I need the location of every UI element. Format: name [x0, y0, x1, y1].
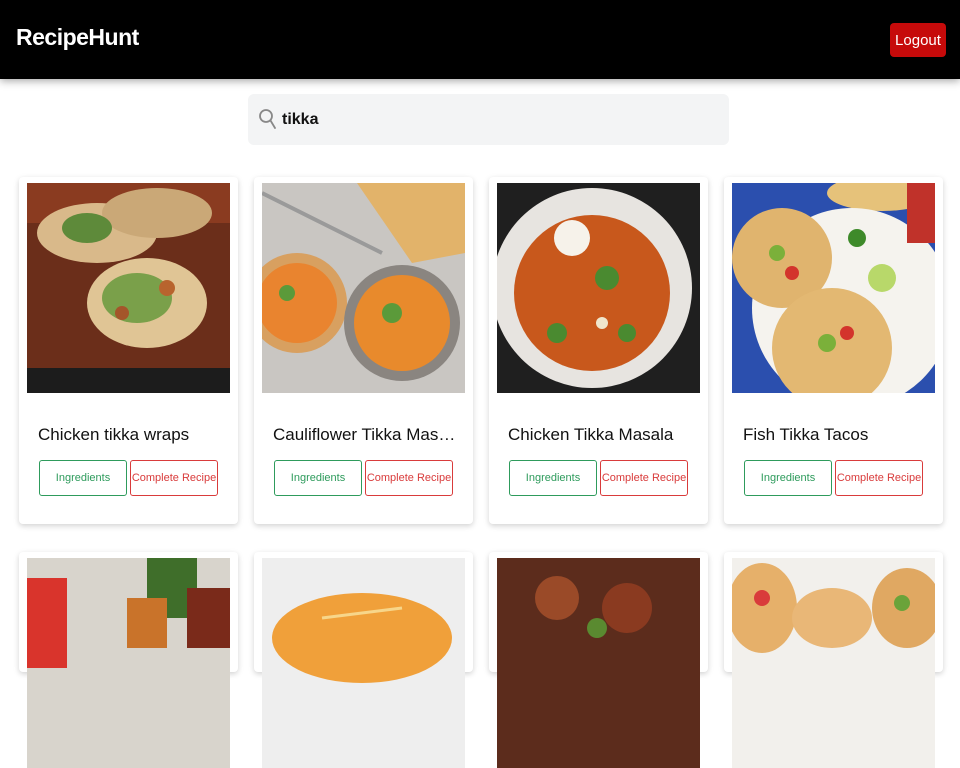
complete-recipe-button[interactable]: Complete Recipe	[835, 460, 923, 496]
logout-button[interactable]: Logout	[890, 23, 946, 57]
recipe-image[interactable]	[497, 183, 700, 393]
recipe-image[interactable]	[497, 558, 700, 768]
recipe-title: Chicken Tikka Masala	[508, 425, 674, 444]
recipe-image[interactable]	[732, 558, 935, 768]
search-icon	[259, 109, 276, 129]
ingredients-button[interactable]: Ingredients	[274, 460, 362, 496]
recipe-card	[254, 552, 473, 768]
recipe-card: Fish Tikka Tacos Ingredients Complete Re…	[724, 177, 943, 524]
recipe-card	[19, 552, 238, 768]
recipe-card	[724, 552, 943, 768]
search-input[interactable]	[282, 102, 712, 137]
complete-recipe-button[interactable]: Complete Recipe	[365, 460, 453, 496]
complete-recipe-button[interactable]: Complete Recipe	[130, 460, 218, 496]
recipe-image[interactable]	[27, 183, 230, 393]
recipe-image[interactable]	[732, 183, 935, 393]
brand-logo[interactable]: RecipeHunt	[16, 24, 139, 51]
recipe-image[interactable]	[262, 558, 465, 768]
recipe-card: Chicken tikka wraps Ingredients Complete…	[19, 177, 238, 524]
recipe-card: Chicken Tikka Masala Ingredients Complet…	[489, 177, 708, 524]
recipe-title: Fish Tikka Tacos	[743, 425, 869, 444]
recipe-card	[489, 552, 708, 768]
top-navbar: RecipeHunt Logout	[0, 0, 960, 79]
recipe-image[interactable]	[27, 558, 230, 768]
complete-recipe-button[interactable]: Complete Recipe	[600, 460, 688, 496]
ingredients-button[interactable]: Ingredients	[744, 460, 832, 496]
search-bar[interactable]	[248, 94, 729, 145]
recipe-card: Cauliflower Tikka Masala w... Ingredient…	[254, 177, 473, 524]
recipe-title: Cauliflower Tikka Masala w...	[273, 425, 463, 444]
ingredients-button[interactable]: Ingredients	[509, 460, 597, 496]
recipe-title: Chicken tikka wraps	[38, 425, 190, 444]
ingredients-button[interactable]: Ingredients	[39, 460, 127, 496]
recipe-image[interactable]	[262, 183, 465, 393]
